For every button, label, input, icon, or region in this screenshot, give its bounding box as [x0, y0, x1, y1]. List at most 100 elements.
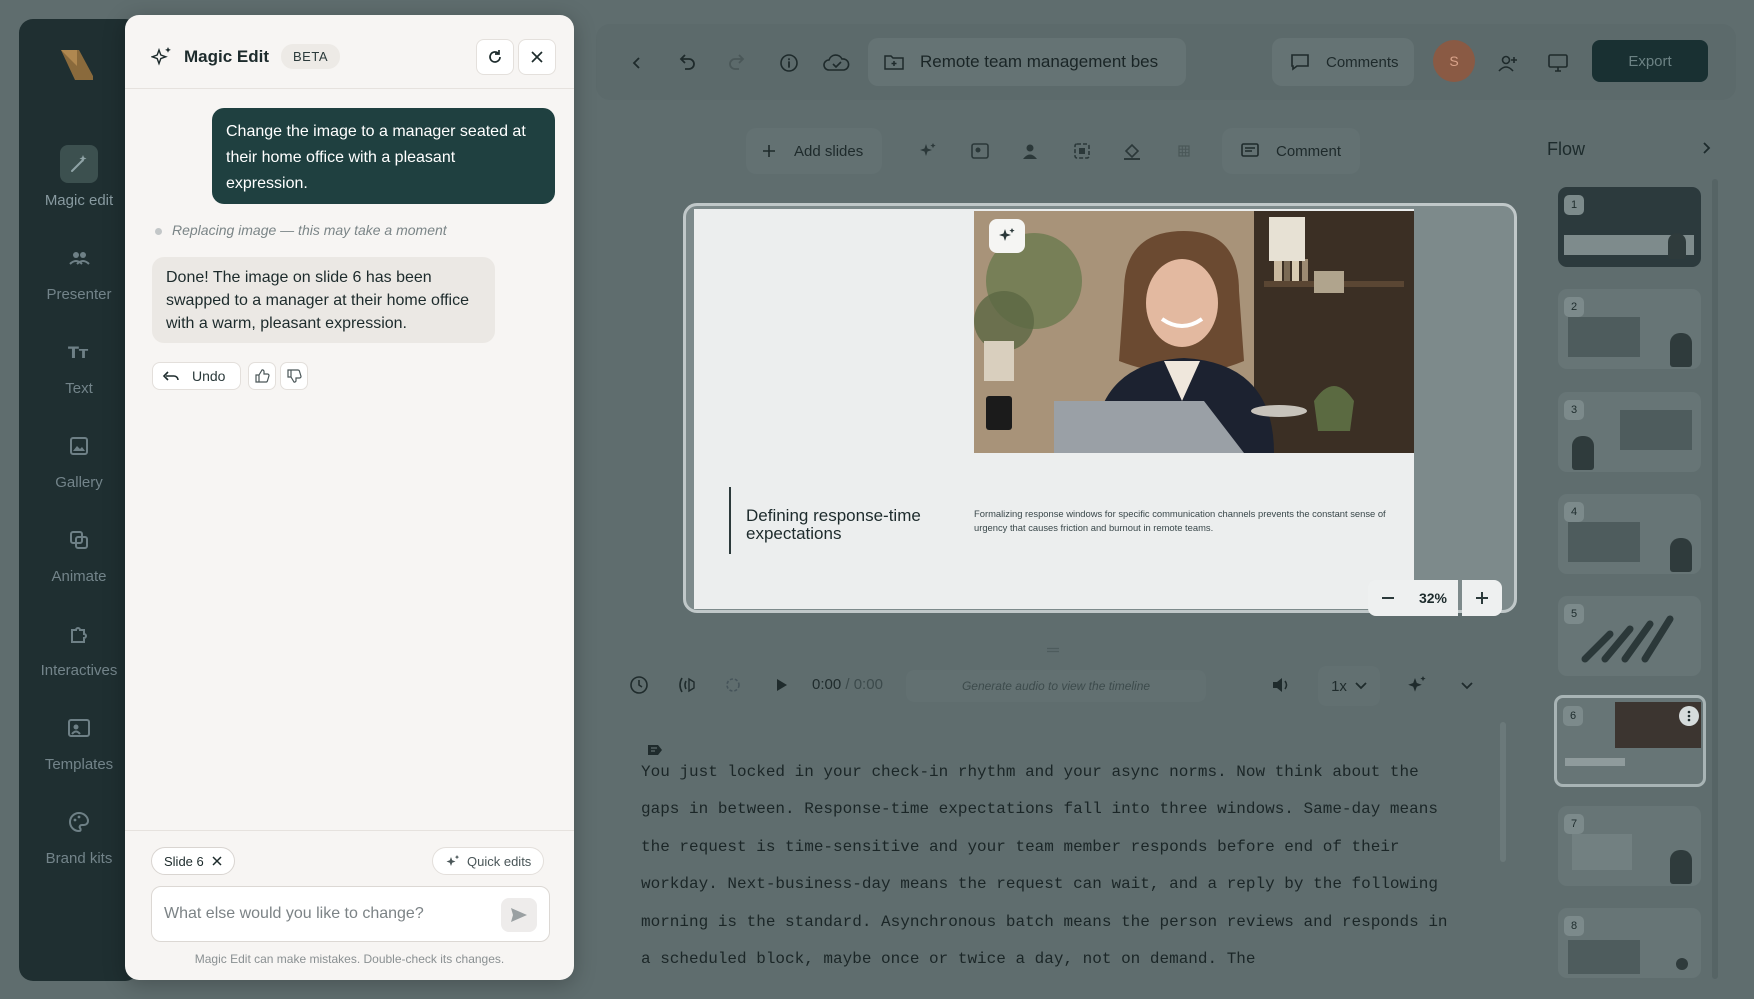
slide-context-chip[interactable]: Slide 6	[151, 847, 235, 875]
slide-preview[interactable]: Defining response-time expectations Form…	[694, 209, 1414, 609]
add-slides-button[interactable]: Add slides	[746, 128, 882, 174]
slide-image-manager-home-office[interactable]	[974, 211, 1414, 453]
rail-item-text[interactable]: Tт Text	[19, 333, 139, 413]
flow-sidebar: Flow 1 2 3 4 5 6 7 8	[1526, 124, 1736, 982]
chevron-right-icon[interactable]	[1702, 141, 1712, 155]
redo-toolbar-button[interactable]	[720, 46, 754, 80]
chat-input[interactable]	[164, 899, 484, 929]
grid-tool-icon[interactable]	[1174, 141, 1194, 161]
audio-timeline[interactable]: Generate audio to view the timeline	[906, 670, 1206, 702]
slide-body-text[interactable]: Formalizing response windows for specifi…	[974, 507, 1394, 535]
comment-button[interactable]: Comment	[1222, 128, 1360, 174]
document-title[interactable]: Remote team management bes	[868, 38, 1186, 86]
refresh-button[interactable]	[476, 39, 514, 75]
undo-icon	[162, 371, 179, 381]
rail-item-animate[interactable]: Animate	[19, 521, 139, 601]
refresh-icon	[489, 50, 501, 63]
cloud-check-icon	[823, 54, 850, 71]
fill-tool-icon[interactable]	[1122, 141, 1142, 161]
text-icon: Tт	[60, 333, 98, 371]
magic-edit-header: Magic Edit BETA	[125, 15, 574, 89]
rail-item-templates[interactable]: Templates	[19, 709, 139, 789]
undo-button[interactable]: Undo	[152, 362, 241, 390]
slide-heading[interactable]: Defining response-time expectations	[746, 507, 956, 543]
rail-item-presenter[interactable]: Presenter	[19, 239, 139, 319]
avatar[interactable]: S	[1433, 40, 1475, 82]
voice-icon[interactable]	[676, 674, 698, 696]
rail-item-magic-edit[interactable]: Magic edit	[19, 145, 139, 225]
script-text[interactable]: You just locked in your check-in rhythm …	[641, 754, 1461, 978]
more-options-icon[interactable]	[1679, 706, 1699, 726]
app-logo-icon[interactable]	[59, 46, 95, 82]
avatar-tool-icon[interactable]	[1020, 141, 1040, 161]
rail-item-gallery[interactable]: Gallery	[19, 427, 139, 507]
slide-thumbnail-4[interactable]: 4	[1558, 494, 1701, 574]
thumbs-down-button[interactable]	[280, 362, 308, 390]
slide-thumbnail-5[interactable]: 5	[1558, 596, 1701, 676]
rail-item-label: Text	[65, 380, 93, 397]
top-toolbar: Remote team management bes Comments S Ex…	[596, 24, 1736, 100]
playback-speed-select[interactable]: 1x	[1318, 666, 1380, 706]
slide-number: 6	[1563, 706, 1583, 726]
clock-icon[interactable]	[628, 674, 650, 696]
slide-thumbnail-3[interactable]: 3	[1558, 392, 1701, 472]
share-button[interactable]	[1491, 46, 1525, 80]
assistant-message: Done! The image on slide 6 has been swap…	[152, 257, 495, 343]
image-tool-icon[interactable]	[970, 141, 990, 161]
current-time: 0:00	[812, 676, 842, 693]
back-button[interactable]	[620, 46, 654, 80]
slide-thumbnail-1[interactable]: 1	[1558, 187, 1701, 267]
volume-icon[interactable]	[1270, 674, 1292, 696]
send-icon	[511, 908, 527, 922]
script-scrollbar[interactable]	[1500, 722, 1506, 862]
slide-thumbnail-6[interactable]: 6	[1554, 695, 1706, 787]
close-icon[interactable]	[212, 856, 222, 866]
redo-icon	[729, 54, 745, 70]
quick-edits-button[interactable]: Quick edits	[432, 847, 545, 875]
slide-canvas[interactable]: Defining response-time expectations Form…	[683, 203, 1517, 616]
audio-bar: 0:00 / 0:00 Generate audio to view the t…	[618, 666, 1488, 706]
rail-item-interactives[interactable]: Interactives	[19, 615, 139, 695]
image-icon	[60, 427, 98, 465]
slide-thumbnail-7[interactable]: 7	[1558, 806, 1701, 886]
regenerate-image-button[interactable]	[989, 219, 1025, 253]
add-user-icon	[1498, 55, 1517, 72]
rail-item-label: Gallery	[55, 474, 103, 491]
chevron-down-icon[interactable]	[1456, 674, 1478, 696]
crop-tool-icon[interactable]	[1072, 141, 1092, 161]
undo-toolbar-button[interactable]	[670, 46, 704, 80]
play-icon[interactable]	[770, 674, 792, 696]
time-display: 0:00 / 0:00	[812, 676, 883, 693]
slide-toolbar: Add slides Comment	[746, 128, 1360, 174]
cloud-sync-button[interactable]	[817, 46, 857, 80]
thumbs-down-icon	[287, 369, 302, 383]
zoom-out-button[interactable]	[1368, 580, 1408, 616]
zoom-in-button[interactable]	[1462, 580, 1502, 616]
script-editor[interactable]: You just locked in your check-in rhythm …	[612, 722, 1492, 982]
user-message: Change the image to a manager seated at …	[212, 108, 555, 204]
export-button[interactable]: Export	[1592, 40, 1708, 82]
info-button[interactable]	[772, 46, 806, 80]
slide-thumbnail-8[interactable]: 8	[1558, 908, 1701, 978]
close-button[interactable]	[518, 39, 556, 75]
drag-handle-icon[interactable]	[1046, 647, 1060, 653]
slide-number: 4	[1564, 502, 1584, 522]
playback-speed-value: 1x	[1331, 677, 1347, 695]
flow-scrollbar[interactable]	[1712, 179, 1718, 979]
comment-label: Comment	[1276, 142, 1342, 160]
flow-title: Flow	[1547, 139, 1586, 159]
sparkle-voice-icon[interactable]	[1406, 674, 1428, 696]
left-rail: Magic edit Presenter Tт Text Gallery Ani…	[19, 19, 139, 981]
rail-item-brand-kits[interactable]: Brand kits	[19, 803, 139, 883]
send-button[interactable]	[501, 898, 537, 932]
sparkle-tool-icon[interactable]	[918, 141, 938, 161]
slide-thumbnail-2[interactable]: 2	[1558, 289, 1701, 369]
folder-icon	[884, 55, 904, 70]
slide-number: 2	[1564, 297, 1584, 317]
thumbs-up-button[interactable]	[248, 362, 276, 390]
beta-badge: BETA	[281, 44, 340, 69]
present-button[interactable]	[1541, 46, 1575, 80]
comments-button[interactable]: Comments	[1272, 38, 1414, 86]
rail-item-label: Interactives	[40, 662, 118, 679]
rail-item-label: Animate	[51, 568, 107, 585]
